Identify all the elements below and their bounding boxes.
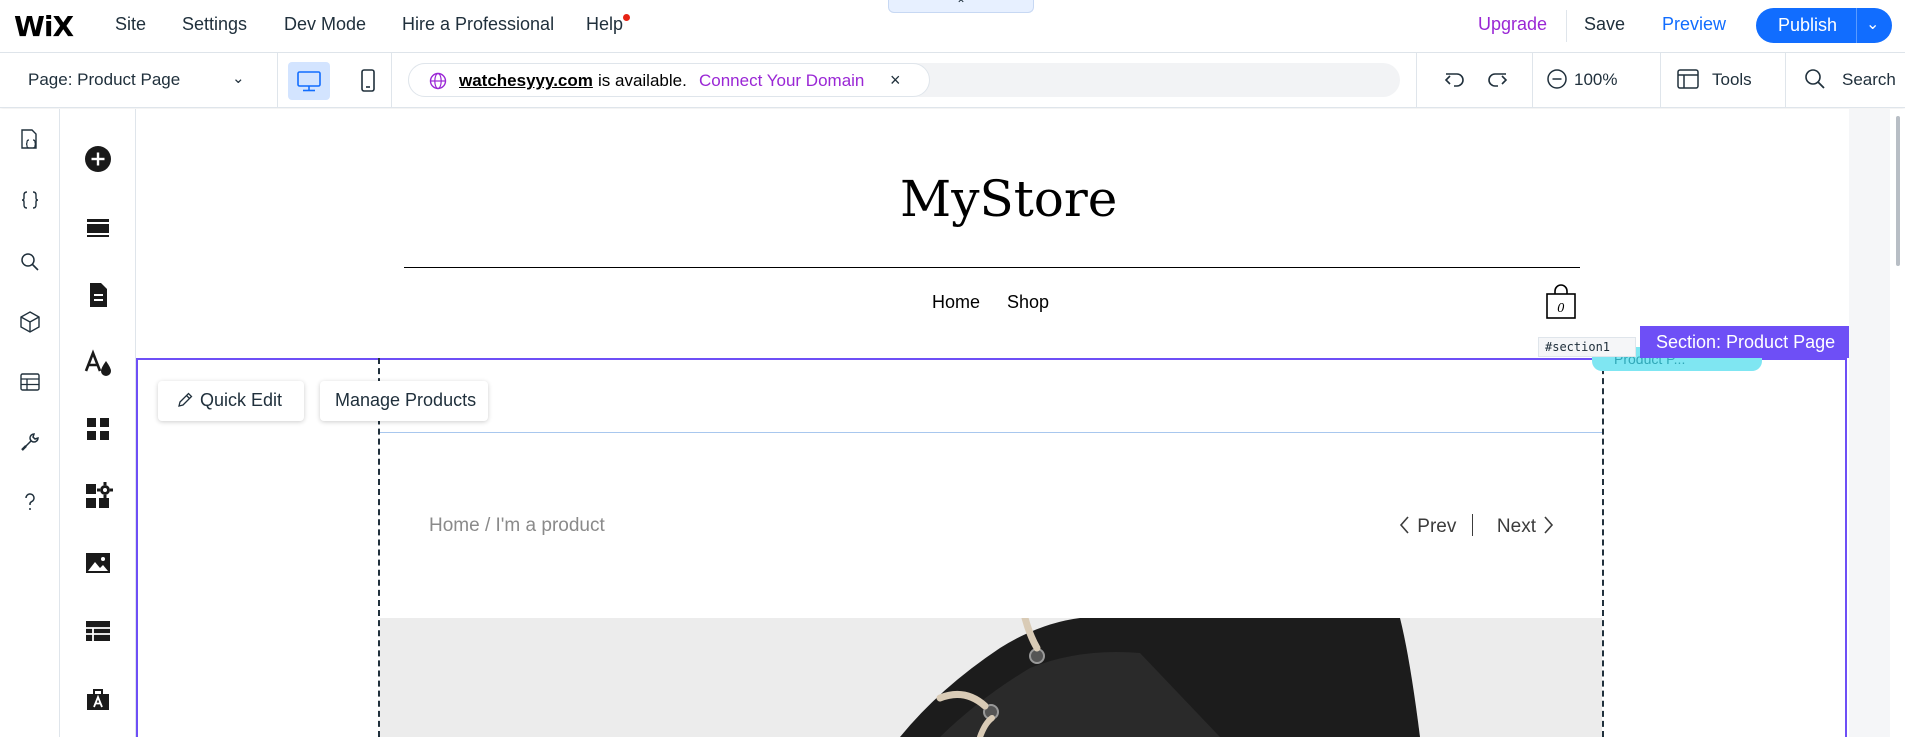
- desktop-icon: [297, 71, 321, 92]
- sections-icon[interactable]: [84, 213, 112, 241]
- page-prefix: Page:: [28, 70, 73, 89]
- chevron-right-icon[interactable]: [1541, 515, 1555, 535]
- domain-banner: watchesyyy.com is available. Connect You…: [408, 63, 930, 97]
- code-icon[interactable]: [17, 187, 43, 213]
- apps-icon[interactable]: [84, 415, 112, 443]
- connect-domain-link[interactable]: Connect Your Domain: [699, 71, 864, 91]
- strip-guide-line: [380, 432, 1602, 433]
- quick-edit-button[interactable]: Quick Edit: [158, 381, 304, 421]
- zoom-out-icon[interactable]: [1546, 68, 1568, 90]
- menu-site[interactable]: Site: [115, 14, 146, 35]
- mobile-icon: [361, 69, 375, 92]
- tools-button[interactable]: Tools: [1712, 70, 1752, 90]
- cms-icon[interactable]: [84, 617, 112, 645]
- search-icon[interactable]: [17, 249, 43, 275]
- close-icon[interactable]: ×: [890, 70, 901, 91]
- left-rail: [0, 109, 60, 737]
- divider: [391, 53, 392, 108]
- undo-icon[interactable]: [1442, 67, 1468, 93]
- domain-available-text: is available.: [598, 71, 687, 90]
- manage-products-button[interactable]: Manage Products: [320, 381, 488, 421]
- grid-guide-right: [1602, 358, 1604, 737]
- product-image[interactable]: [380, 618, 1602, 737]
- nav-shop-link[interactable]: Shop: [1007, 292, 1049, 313]
- divider: [1416, 53, 1417, 108]
- top-bar: WiX Site Settings Dev Mode Hire a Profes…: [0, 0, 1905, 53]
- product-pagination: Prev Next: [1398, 515, 1555, 538]
- site-title[interactable]: MyStore: [900, 170, 1117, 228]
- media-icon[interactable]: [84, 549, 112, 577]
- scrollbar-thumb[interactable]: [1896, 116, 1900, 266]
- search-button[interactable]: Search: [1842, 70, 1896, 90]
- menu-hire-professional[interactable]: Hire a Professional: [402, 14, 554, 35]
- globe-icon: [429, 72, 447, 90]
- notification-dot: [623, 14, 630, 21]
- business-apps-icon[interactable]: [84, 481, 114, 511]
- pencil-icon: [178, 392, 193, 407]
- section-label[interactable]: Section: Product Page: [1640, 326, 1849, 358]
- portfolio-icon[interactable]: [84, 685, 112, 713]
- cart-button[interactable]: 0: [1545, 284, 1577, 325]
- chevron-down-icon[interactable]: ⌄: [1866, 14, 1879, 34]
- collapse-topbar-button[interactable]: ⌃: [888, 0, 1034, 13]
- chevron-down-icon[interactable]: ⌄: [232, 69, 245, 87]
- divider: [277, 53, 278, 108]
- menu-dev-mode[interactable]: Dev Mode: [284, 14, 366, 35]
- section-anchor-tag: #section1: [1538, 337, 1636, 357]
- preview-button[interactable]: Preview: [1662, 14, 1726, 35]
- domain-name[interactable]: watchesyyy.com: [459, 71, 593, 91]
- publish-label: Publish: [1778, 15, 1838, 35]
- add-panel: [60, 109, 136, 737]
- quick-edit-label: Quick Edit: [200, 390, 283, 410]
- manage-products-label: Manage Products: [335, 390, 477, 410]
- save-button[interactable]: Save: [1584, 14, 1625, 35]
- chevron-up-icon: ⌃: [955, 0, 967, 11]
- page-selector[interactable]: Page: Product Page: [28, 70, 180, 90]
- database-icon[interactable]: [17, 369, 43, 395]
- help-icon[interactable]: [17, 489, 43, 515]
- chevron-left-icon[interactable]: [1398, 515, 1412, 535]
- packages-icon[interactable]: [17, 309, 43, 335]
- zoom-level[interactable]: 100%: [1574, 70, 1617, 90]
- pages-menu-icon[interactable]: [84, 281, 112, 309]
- tools-icon[interactable]: [17, 429, 43, 455]
- editor-toolbar: Page: Product Page ⌄ watchesyyy.com is a…: [0, 53, 1905, 108]
- add-icon[interactable]: [84, 145, 112, 173]
- next-link[interactable]: Next: [1497, 516, 1536, 537]
- domain-bar: watchesyyy.com is available. Connect You…: [408, 63, 1400, 97]
- redo-icon[interactable]: [1484, 67, 1510, 93]
- nav-home-link[interactable]: Home: [932, 292, 980, 313]
- pages-icon[interactable]: [17, 127, 43, 153]
- mobile-view-button[interactable]: [348, 62, 388, 100]
- page-name: Product Page: [77, 70, 181, 89]
- cart-count: 0: [1557, 301, 1565, 315]
- wix-logo[interactable]: WiX: [14, 10, 74, 43]
- search-icon[interactable]: [1804, 68, 1826, 90]
- menu-settings[interactable]: Settings: [182, 14, 247, 35]
- upgrade-link[interactable]: Upgrade: [1478, 14, 1547, 35]
- header-divider: [404, 267, 1580, 268]
- pagination-divider: [1472, 514, 1473, 536]
- tools-icon[interactable]: [1676, 68, 1700, 90]
- divider: [1532, 53, 1533, 108]
- desktop-view-button[interactable]: [288, 62, 330, 100]
- menu-help[interactable]: Help: [586, 14, 623, 35]
- prev-link[interactable]: Prev: [1417, 516, 1456, 537]
- divider: [1566, 10, 1567, 42]
- breadcrumb[interactable]: Home / I'm a product: [429, 515, 605, 537]
- boot-image: [380, 618, 1602, 737]
- publish-button[interactable]: Publish ⌄: [1756, 8, 1892, 43]
- divider: [1785, 53, 1786, 108]
- divider: [1856, 8, 1857, 43]
- divider: [1660, 53, 1661, 108]
- design-icon[interactable]: [84, 349, 114, 379]
- shopping-bag-icon: 0: [1546, 284, 1576, 319]
